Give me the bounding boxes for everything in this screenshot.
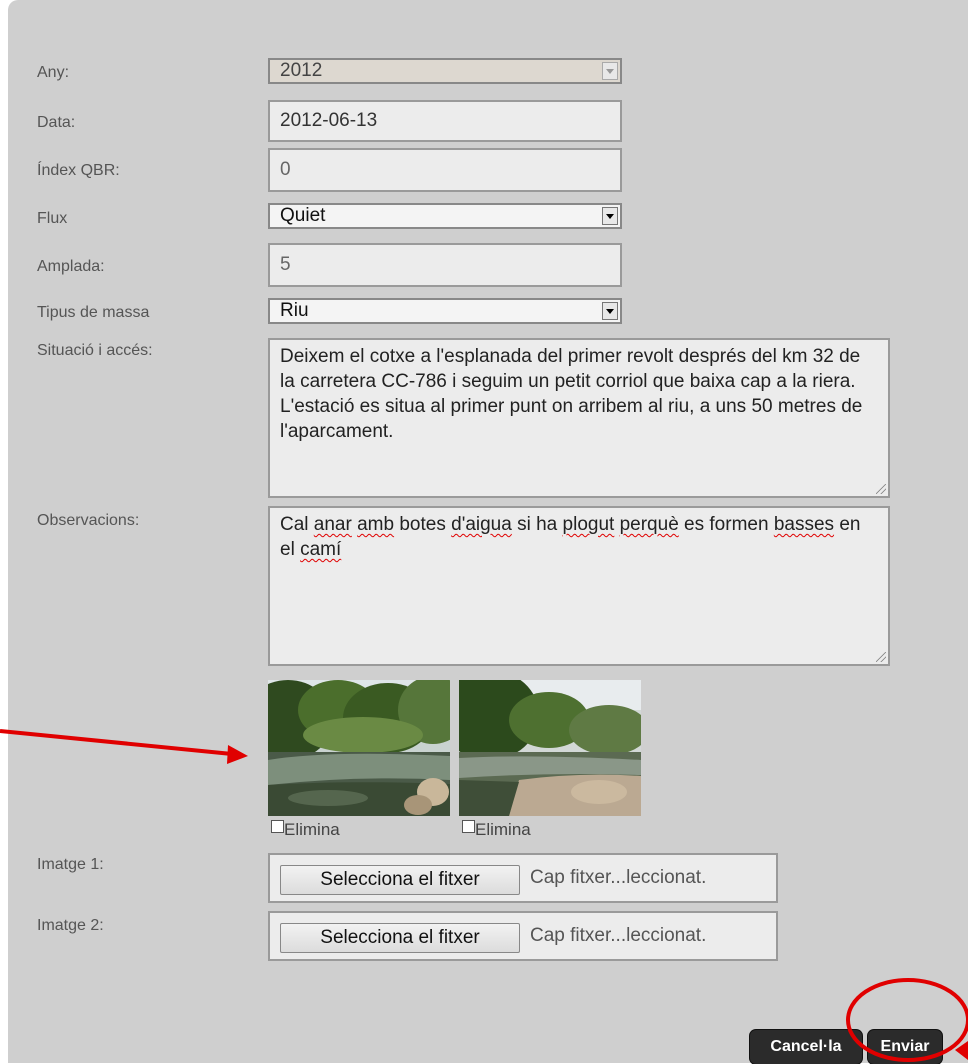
- highlight-circle-icon: [846, 978, 968, 1062]
- annotation-overlay: [0, 729, 968, 1062]
- annotation-arrow-icon: [0, 729, 248, 764]
